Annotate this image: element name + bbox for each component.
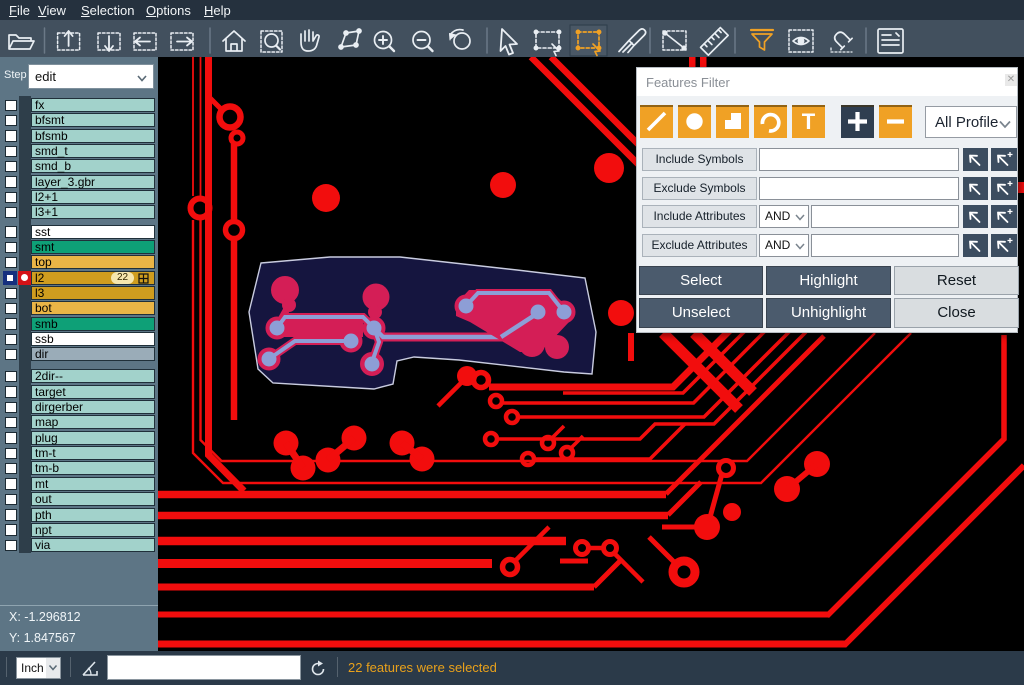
svg-text:T: T xyxy=(802,109,816,134)
